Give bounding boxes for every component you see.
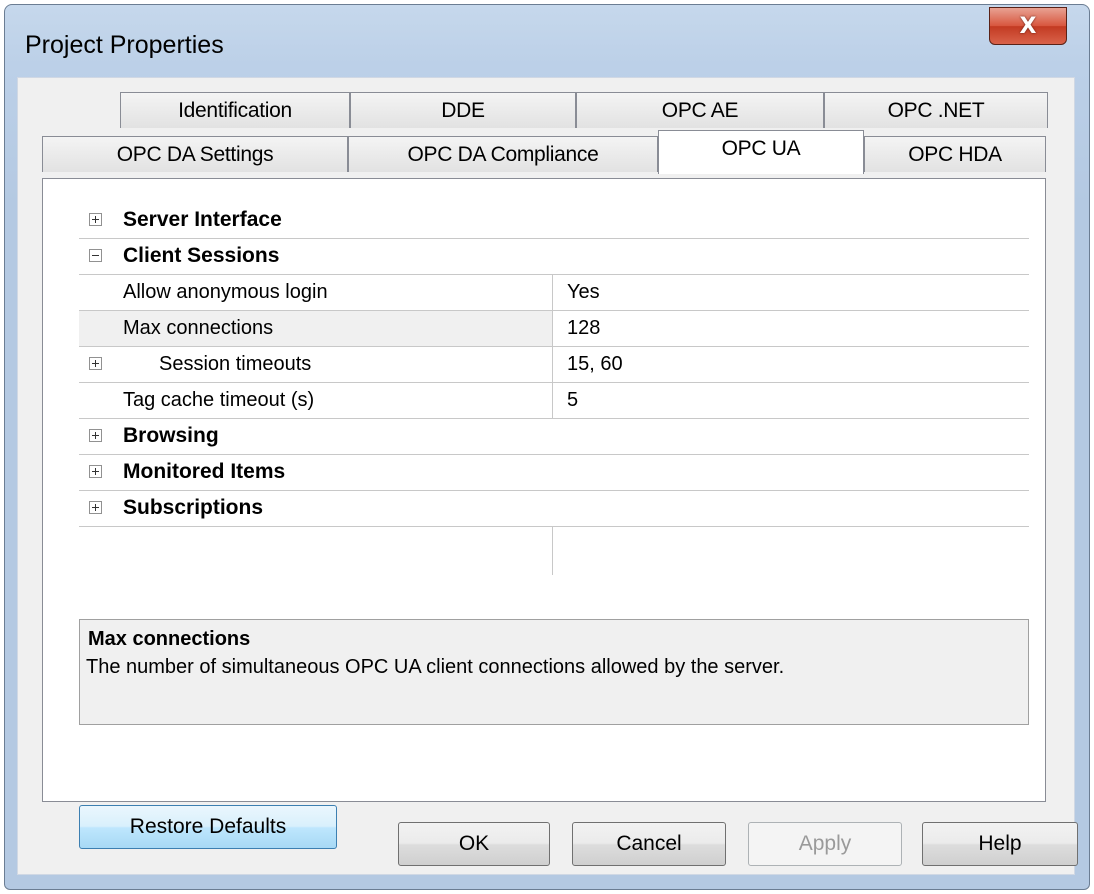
expand-icon[interactable] [89, 429, 102, 442]
category-monitored-items[interactable]: Monitored Items [79, 455, 1029, 491]
project-properties-dialog: Project Properties X Identification DDE … [4, 4, 1090, 890]
window-title: Project Properties [25, 31, 224, 59]
property-name: Max connections [79, 311, 553, 346]
category-label: Client Sessions [123, 244, 280, 267]
description-text: The number of simultaneous OPC UA client… [86, 656, 785, 678]
tab-opc-da-compliance[interactable]: OPC DA Compliance [348, 136, 658, 172]
tab-opc-ae[interactable]: OPC AE [576, 92, 824, 128]
property-value[interactable]: 15, 60 [567, 347, 623, 382]
tab-opc-da-settings[interactable]: OPC DA Settings [42, 136, 348, 172]
tab-opc-net[interactable]: OPC .NET [824, 92, 1048, 128]
close-icon: X [1019, 13, 1037, 39]
property-row[interactable]: Tag cache timeout (s) 5 [79, 383, 1029, 419]
cancel-button[interactable]: Cancel [572, 822, 726, 866]
property-row-selected[interactable]: Max connections 128 [79, 311, 1029, 347]
opc-ua-tab-panel: Server Interface Client Sessions Allow a… [42, 178, 1046, 849]
description-title: Max connections [88, 628, 251, 650]
apply-button[interactable]: Apply [748, 822, 902, 866]
restore-defaults-button[interactable]: Restore Defaults [79, 805, 337, 849]
category-subscriptions[interactable]: Subscriptions [79, 491, 1029, 527]
property-name: Tag cache timeout (s) [79, 383, 553, 418]
ok-button[interactable]: OK [398, 822, 550, 866]
expand-icon[interactable] [89, 501, 102, 514]
property-name: Allow anonymous login [79, 275, 553, 310]
grid-splitter[interactable] [552, 527, 553, 575]
dialog-client-area: Identification DDE OPC AE OPC .NET OPC D… [17, 77, 1078, 875]
category-client-sessions[interactable]: Client Sessions [79, 239, 1029, 275]
collapse-icon[interactable] [89, 249, 102, 262]
help-button[interactable]: Help [922, 822, 1078, 866]
description-pane: Max connections The number of simultaneo… [79, 619, 1029, 725]
property-row[interactable]: Allow anonymous login Yes [79, 275, 1029, 311]
expand-icon[interactable] [89, 213, 102, 226]
close-button[interactable]: X [989, 7, 1067, 45]
tab-opc-hda[interactable]: OPC HDA [864, 136, 1046, 172]
category-browsing[interactable]: Browsing [79, 419, 1029, 455]
property-grid: Server Interface Client Sessions Allow a… [79, 203, 1029, 725]
tab-identification[interactable]: Identification [120, 92, 350, 128]
category-label: Server Interface [123, 208, 282, 231]
expand-icon[interactable] [89, 465, 102, 478]
category-label: Subscriptions [123, 496, 264, 519]
property-value[interactable]: 128 [567, 311, 600, 346]
property-value[interactable]: Yes [567, 275, 600, 310]
tab-dde[interactable]: DDE [350, 92, 576, 128]
category-label: Monitored Items [123, 460, 286, 483]
expand-icon[interactable] [89, 357, 102, 370]
property-value[interactable]: 5 [567, 383, 578, 418]
category-label: Browsing [123, 424, 219, 447]
property-row[interactable]: Session timeouts 15, 60 [79, 347, 1029, 383]
tab-opc-ua[interactable]: OPC UA [658, 130, 864, 174]
property-name: Session timeouts [79, 347, 553, 382]
category-server-interface[interactable]: Server Interface [79, 203, 1029, 239]
